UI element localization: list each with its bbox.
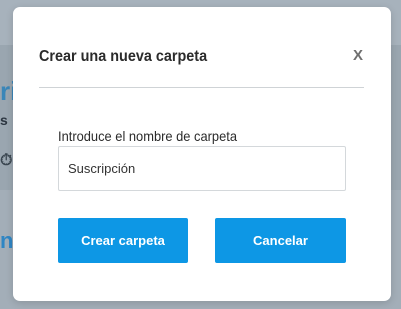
new-folder-dialog: Crear una nueva carpeta X Introduce el n…	[13, 7, 391, 301]
folder-name-input[interactable]	[58, 146, 346, 191]
cancel-button[interactable]: Cancelar	[215, 218, 346, 263]
dialog-title: Crear una nueva carpeta	[39, 48, 208, 65]
close-button[interactable]: X	[353, 47, 363, 64]
folder-name-label: Introduce el nombre de carpeta	[58, 128, 238, 144]
title-divider	[39, 87, 364, 88]
background-text-fragment: s	[0, 112, 8, 128]
background-timer-icon: ⏱	[0, 152, 13, 169]
create-folder-button[interactable]: Crear carpeta	[58, 218, 188, 263]
background-letter-fragment: n	[0, 228, 14, 253]
